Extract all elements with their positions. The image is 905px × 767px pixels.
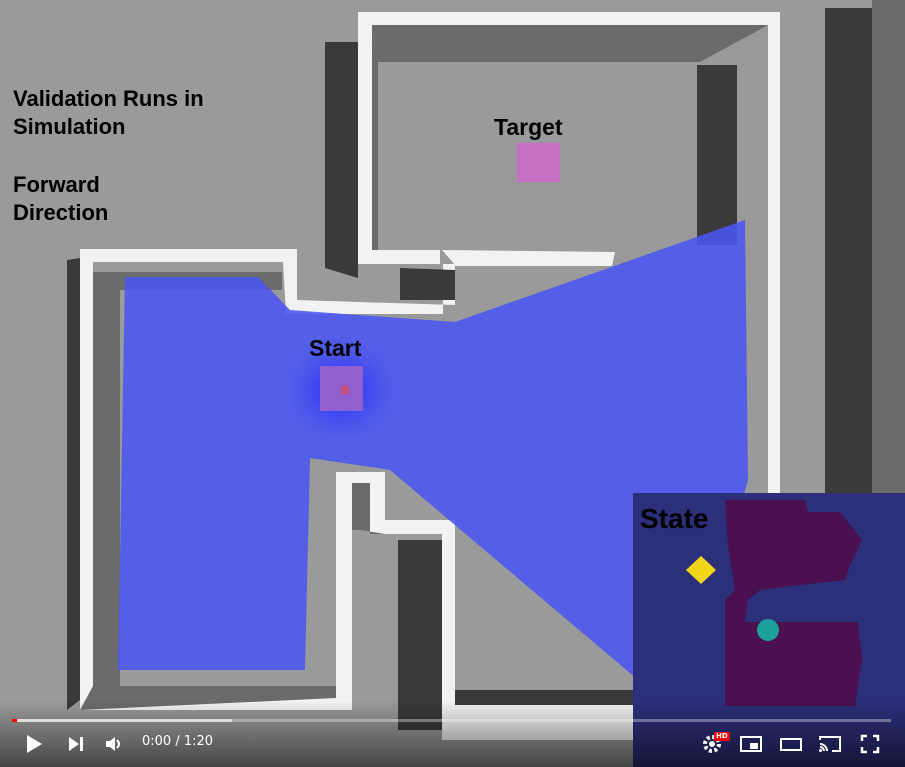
target-label: Target [494,114,563,140]
wall-upper-top-side [372,25,768,62]
play-button[interactable] [22,732,46,756]
next-button[interactable] [64,732,88,756]
wall-upper-gap-white [442,250,615,266]
mute-button[interactable] [102,732,126,756]
fullscreen-icon [860,734,880,754]
miniplayer-icon [740,736,762,752]
wall-upper-left-dark [325,42,358,278]
volume-icon [106,737,120,751]
time-display: 0:00 / 1:20 [142,734,213,749]
player-controls: 0:00 / 1:20 HD [0,700,905,767]
theater-icon [780,738,802,751]
state-label: State [640,503,709,534]
miniplayer-button[interactable] [738,732,764,756]
wall-right-dark [825,8,872,560]
progress-played [12,719,18,722]
wall-right-side [872,0,905,560]
next-icon [69,737,83,751]
theater-mode-button[interactable] [778,732,804,756]
wall-upper-right-dark [697,65,737,245]
time-total: 1:20 [183,734,214,749]
cast-icon [819,736,841,752]
overlay-subtitle: Forward Direction [13,172,109,225]
time-current: 0:00 [142,734,172,749]
wall-upper-inner-left [372,25,378,250]
time-separator: / [171,734,184,749]
fullscreen-button[interactable] [857,732,883,756]
robot-agent [340,385,350,395]
cast-button[interactable] [817,732,843,756]
play-icon [27,735,42,753]
overlay-title: Validation Runs in Simulation [13,86,204,139]
progress-bar[interactable] [12,719,891,722]
target-marker [517,143,560,182]
wall-left-dark [67,258,80,710]
hd-badge: HD [714,732,730,741]
start-label: Start [309,335,362,361]
minimap-agent-dot [757,619,779,641]
wall-middle-dark [400,268,455,300]
progress-buffered [12,719,232,722]
